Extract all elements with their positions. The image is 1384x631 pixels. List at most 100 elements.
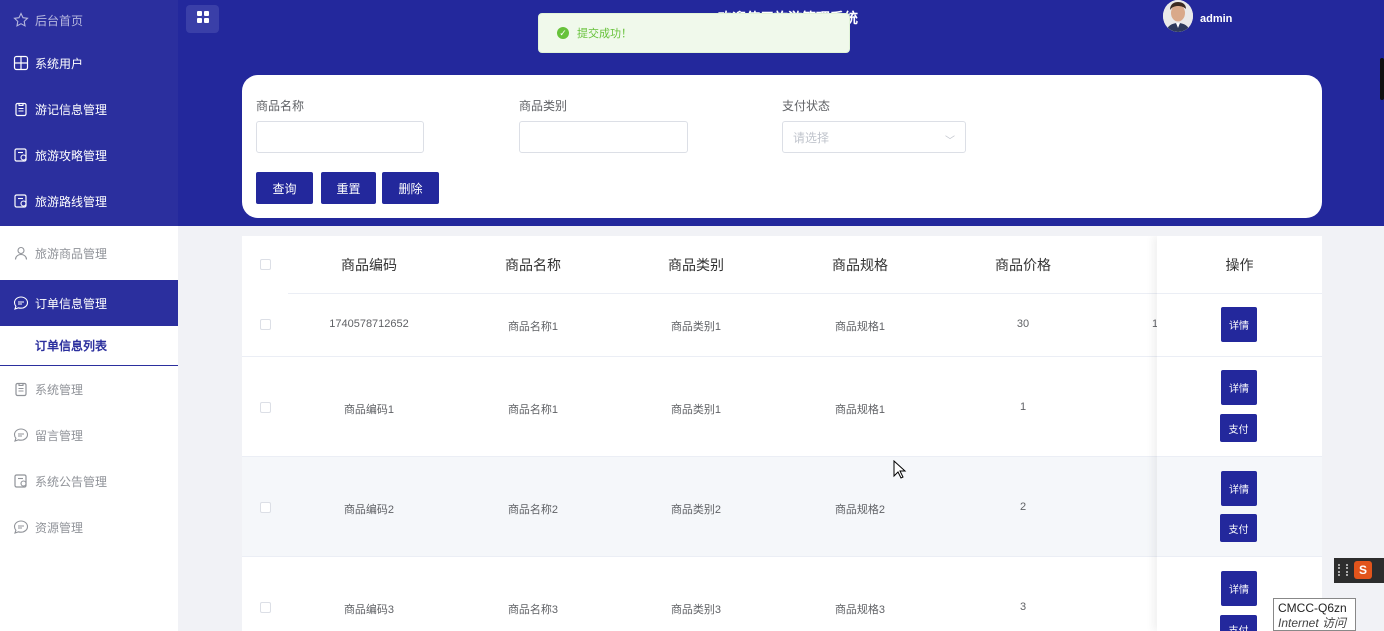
column-header[interactable]: 商品价格 — [995, 255, 1051, 275]
detail-button[interactable]: 详情 — [1221, 471, 1257, 506]
sidebar-item-label: 系统公告管理 — [35, 474, 108, 489]
sidebar-item-label: 订单信息管理 — [35, 296, 108, 311]
doc-search-icon — [13, 193, 29, 209]
actions-divider — [1157, 293, 1322, 294]
avatar[interactable] — [1163, 0, 1193, 32]
column-header[interactable]: 商品类别 — [668, 255, 724, 275]
network-tooltip: CMCC-Q6zn Internet 访问 — [1273, 598, 1356, 631]
tooltip-network-status: Internet 访问 — [1278, 616, 1347, 630]
row-checkbox[interactable] — [260, 502, 271, 513]
sidebar-item-announcements[interactable]: 系统公告管理 — [0, 458, 178, 504]
chat-icon — [13, 519, 29, 535]
cell-spec: 商品规格2 — [834, 504, 886, 516]
cell-name: 商品名称3 — [507, 604, 559, 616]
cell-code: 商品编码2 — [343, 504, 395, 516]
sidebar-bottom-section: 旅游商品管理 订单信息管理 订单信息列表 系统管理 留言管理 系统公告管理 资源… — [0, 226, 178, 550]
sidebar-item-system[interactable]: 系统管理 — [0, 366, 178, 412]
row-checkbox[interactable] — [260, 319, 271, 330]
cell-name: 商品名称2 — [507, 504, 559, 516]
sidebar-item-label: 留言管理 — [35, 428, 84, 443]
cell-category: 商品类别3 — [670, 604, 722, 616]
column-header[interactable]: 商品编码 — [341, 255, 397, 275]
cell-price: 2 — [1019, 501, 1027, 513]
sidebar-item-label: 旅游商品管理 — [35, 246, 108, 261]
cell-category: 商品类别2 — [670, 504, 722, 516]
sidebar-item-resources[interactable]: 资源管理 — [0, 504, 178, 550]
column-header[interactable]: 商品规格 — [832, 255, 888, 275]
pay-status-placeholder: 请选择 — [793, 130, 830, 145]
cell-price: 30 — [1016, 318, 1030, 330]
goods-category-input[interactable] — [519, 121, 688, 153]
scrollbar[interactable] — [1380, 58, 1384, 100]
goods-name-input[interactable] — [256, 121, 424, 153]
cell-price: 1 — [1019, 401, 1027, 413]
sidebar-item-travel-goods[interactable]: 旅游商品管理 — [0, 226, 178, 280]
chevron-down-icon: ﹀ — [945, 136, 955, 147]
sidebar-item-label: 游记信息管理 — [35, 102, 108, 117]
query-button[interactable]: 查询 — [256, 172, 313, 204]
actions-column: 操作 详情 详情 支付 详情 支付 详情 支付 — [1157, 236, 1322, 631]
column-header-actions: 操作 — [1225, 257, 1254, 273]
clipboard-icon — [13, 381, 29, 397]
orders-table: 商品编码 商品名称 商品类别 商品规格 商品价格 1740578712652 商… — [242, 236, 1322, 631]
column-header[interactable]: 商品名称 — [505, 255, 561, 275]
grid-icon — [13, 55, 29, 71]
pay-button[interactable]: 支付 — [1220, 615, 1257, 631]
cell-price: 3 — [1019, 601, 1027, 613]
pay-status-select[interactable]: 请选择 ﹀ — [782, 121, 966, 153]
cell-code: 商品编码3 — [343, 604, 395, 616]
detail-button[interactable]: 详情 — [1221, 370, 1257, 405]
pay-button[interactable]: 支付 — [1220, 414, 1257, 442]
delete-button[interactable]: 删除 — [382, 172, 439, 204]
cell-spec: 商品规格1 — [834, 404, 886, 416]
username-label[interactable]: admin — [1200, 13, 1232, 25]
chat-icon — [13, 295, 29, 311]
detail-button[interactable]: 详情 — [1221, 571, 1257, 606]
reset-button[interactable]: 重置 — [321, 172, 376, 204]
sidebar-top-section: 后台首页 系统用户 游记信息管理 旅游攻略管理 旅游路线管理 — [0, 0, 178, 226]
goods-name-label: 商品名称 — [256, 99, 305, 113]
sidebar-item-messages[interactable]: 留言管理 — [0, 412, 178, 458]
sidebar-item-travel-guides[interactable]: 旅游攻略管理 — [0, 132, 178, 178]
select-all-checkbox[interactable] — [260, 259, 271, 270]
cell-code: 1740578712652 — [329, 318, 409, 330]
sidebar-item-label: 后台首页 — [35, 13, 84, 28]
sidebar-item-travel-notes[interactable]: 游记信息管理 — [0, 86, 178, 132]
star-icon — [13, 12, 29, 28]
apps-grid-icon — [196, 10, 209, 28]
success-toast: ✓ 提交成功！ — [538, 13, 850, 53]
row-checkbox[interactable] — [260, 402, 271, 413]
system-tray: S — [1334, 558, 1384, 583]
cell-spec: 商品规格1 — [834, 321, 886, 333]
sidebar-subitem-order-list[interactable]: 订单信息列表 — [0, 326, 178, 366]
doc-search-icon — [13, 147, 29, 163]
pay-button[interactable]: 支付 — [1220, 514, 1257, 542]
cell-category: 商品类别1 — [670, 404, 722, 416]
sidebar-item-label: 旅游攻略管理 — [35, 148, 108, 163]
menu-toggle-button[interactable] — [186, 5, 219, 33]
sidebar: 后台首页 系统用户 游记信息管理 旅游攻略管理 旅游路线管理 旅游商品管理 订单… — [0, 0, 178, 631]
cell-code: 商品编码1 — [343, 404, 395, 416]
tooltip-network-name: CMCC-Q6zn — [1278, 601, 1347, 615]
search-panel: 商品名称 商品类别 支付状态 请选择 ﹀ 查询 重置 删除 — [242, 75, 1322, 218]
chat-icon — [13, 427, 29, 443]
input-method-icon[interactable]: S — [1354, 561, 1372, 579]
sidebar-item-orders[interactable]: 订单信息管理 — [0, 280, 178, 326]
cell-spec: 商品规格3 — [834, 604, 886, 616]
tray-grip-icon — [1338, 564, 1348, 576]
sidebar-item-travel-routes[interactable]: 旅游路线管理 — [0, 178, 178, 224]
sidebar-item-label: 旅游路线管理 — [35, 194, 108, 209]
sidebar-item-system-users[interactable]: 系统用户 — [0, 40, 178, 86]
sidebar-item-label: 资源管理 — [35, 520, 84, 535]
actions-divider — [1157, 356, 1322, 357]
check-circle-icon: ✓ — [557, 27, 569, 39]
pay-status-label: 支付状态 — [782, 99, 831, 113]
detail-button[interactable]: 详情 — [1221, 307, 1257, 342]
cell-name: 商品名称1 — [507, 404, 559, 416]
sidebar-item-home[interactable]: 后台首页 — [0, 0, 178, 40]
sidebar-item-label: 系统用户 — [35, 56, 84, 71]
user-icon — [13, 245, 29, 261]
row-checkbox[interactable] — [260, 602, 271, 613]
actions-divider — [1157, 556, 1322, 557]
cell-category: 商品类别1 — [670, 321, 722, 333]
